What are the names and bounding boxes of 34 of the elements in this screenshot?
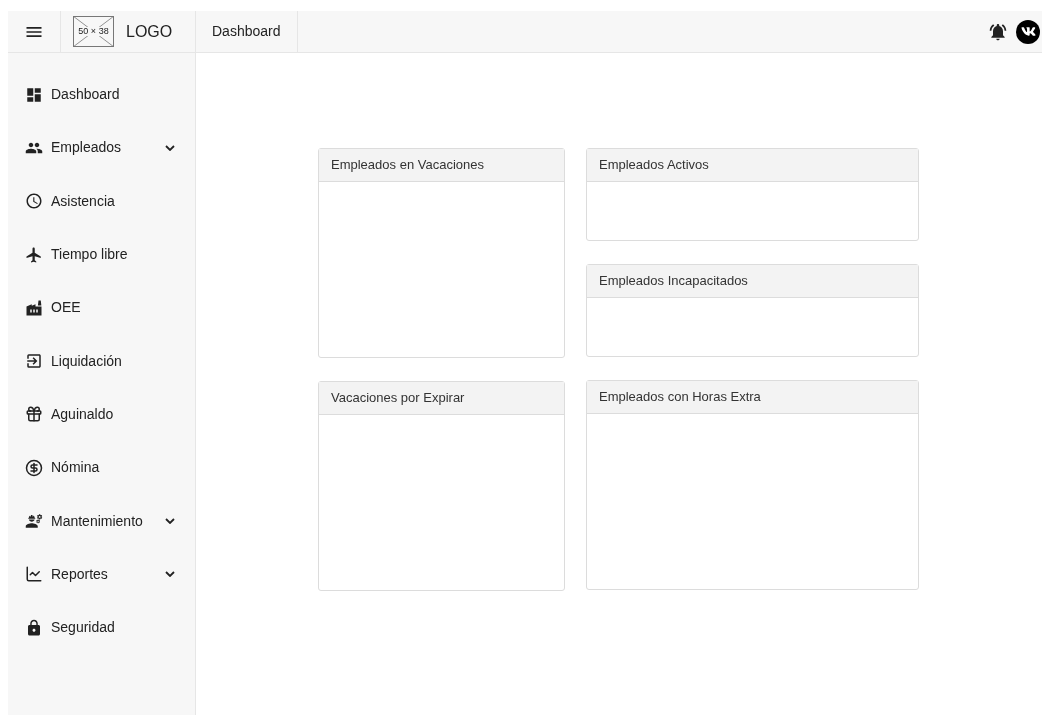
breadcrumb[interactable]: Dashboard	[212, 21, 281, 42]
card-title: Empleados con Horas Extra	[599, 388, 761, 407]
sidebar-item[interactable]: Seguridad	[8, 600, 195, 655]
vk-icon[interactable]	[1016, 19, 1040, 44]
sidebar-item[interactable]: Asistencia	[8, 174, 195, 228]
sidebar-item[interactable]: Mantenimiento	[8, 494, 195, 548]
exit-icon	[25, 352, 43, 371]
line-chart-icon	[25, 565, 43, 584]
sidebar-item[interactable]: Empleados	[8, 121, 195, 175]
sidebar-item[interactable]: Nómina	[8, 441, 195, 495]
sidebar-item[interactable]: Aguinaldo	[8, 387, 195, 442]
card-title: Empleados Activos	[599, 156, 709, 175]
chevron-icon	[165, 571, 175, 578]
sidebar-item[interactable]: Tiempo libre	[8, 227, 195, 282]
sidebar-item[interactable]: Reportes	[8, 547, 195, 601]
card-title: Vacaciones por Expirar	[331, 389, 465, 408]
sidebar-item[interactable]: OEE	[8, 281, 195, 335]
factory-icon	[25, 298, 43, 317]
lock-icon	[25, 618, 43, 637]
dollar-coin-icon	[25, 458, 43, 477]
bell-icon[interactable]	[988, 21, 1008, 42]
dashboard-icon	[25, 85, 43, 104]
logo-text: LOGO	[126, 21, 173, 42]
worker-icon	[25, 512, 43, 530]
gift-icon	[25, 405, 43, 424]
placeholder-size-label: 50 × 38	[77, 27, 110, 36]
chevron-icon	[165, 518, 175, 524]
chevron-icon	[165, 144, 175, 151]
sidebar-item[interactable]: Liquidación	[8, 334, 195, 388]
card-title: Empleados Incapacitados	[599, 272, 748, 291]
sidebar-item[interactable]: Dashboard	[8, 68, 195, 122]
card-title: Empleados en Vacaciones	[331, 156, 484, 175]
airplane-icon	[25, 245, 43, 264]
clock-icon	[25, 192, 43, 211]
